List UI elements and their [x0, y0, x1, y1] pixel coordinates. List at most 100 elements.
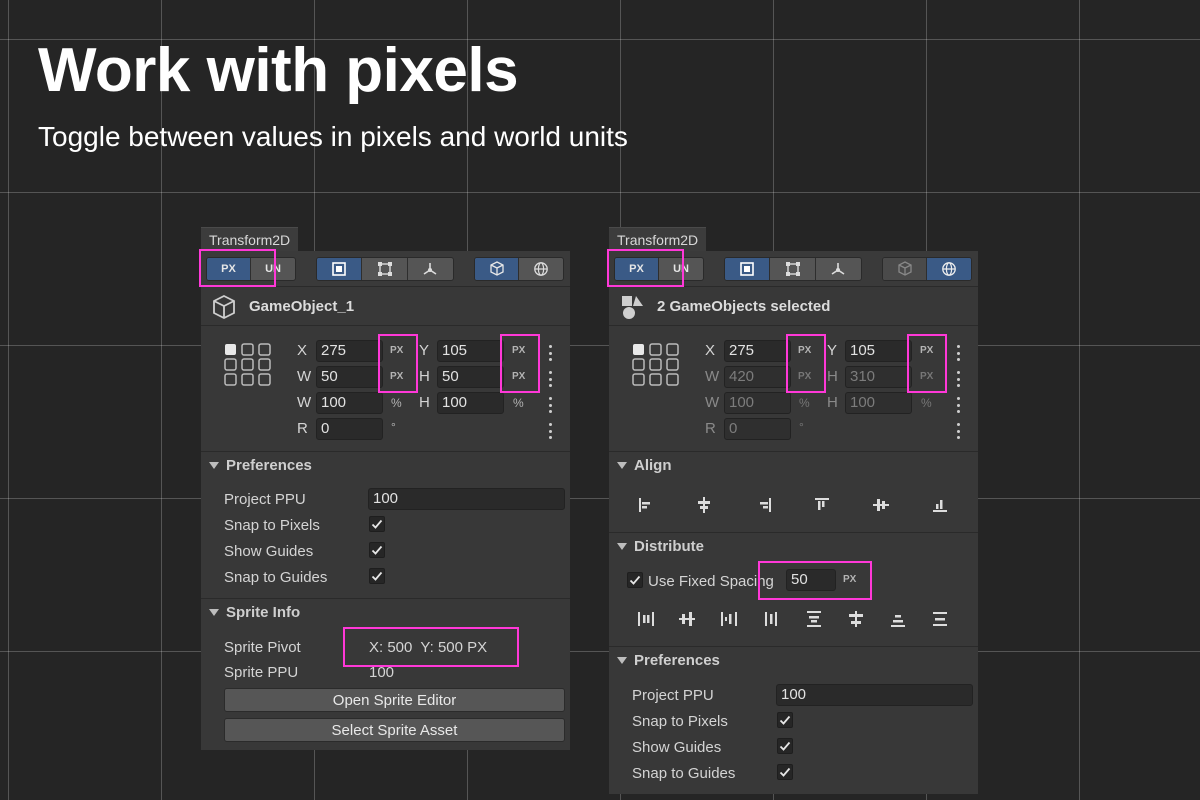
panel-tab[interactable]: Transform2D [201, 227, 299, 251]
un-toggle-button[interactable]: UN [251, 258, 295, 280]
rotation-field[interactable]: 0 [316, 418, 383, 440]
h-field[interactable]: 310 [845, 366, 912, 388]
kebab-menu-icon[interactable] [547, 371, 553, 387]
x-unit-label[interactable]: PX [390, 341, 403, 361]
rect-tool-icon [332, 262, 346, 276]
px-toggle-button[interactable]: PX [615, 258, 660, 280]
rect-tool-button[interactable] [725, 258, 771, 280]
distribute-left-icon[interactable] [636, 609, 656, 629]
distribute-horizontal-icon[interactable] [761, 609, 781, 629]
scale-w-field[interactable]: 100 [316, 392, 383, 414]
scale-w-unit: % [799, 396, 810, 410]
h-unit-label[interactable]: PX [512, 367, 525, 387]
h-field[interactable]: 50 [437, 366, 504, 388]
show-guides-checkbox[interactable] [777, 738, 793, 754]
local-space-icon [489, 261, 504, 276]
object-header: 2 GameObjects selected [609, 288, 978, 326]
scale-h-field[interactable]: 100 [845, 392, 912, 414]
rect-tool-button[interactable] [317, 258, 363, 280]
local-space-button[interactable] [883, 258, 928, 280]
y-unit-label[interactable]: PX [512, 341, 525, 361]
fixed-spacing-field[interactable]: 50 [786, 569, 836, 591]
scale-w-label: W [297, 394, 312, 411]
align-right-icon[interactable] [754, 495, 774, 515]
px-toggle-button[interactable]: PX [207, 258, 252, 280]
checkmark-icon [779, 741, 791, 751]
snap-to-pixels-checkbox[interactable] [369, 516, 385, 532]
select-sprite-asset-button[interactable]: Select Sprite Asset [224, 718, 565, 742]
sprite-info-section-header[interactable]: Sprite Info [201, 598, 570, 626]
w-field[interactable]: 420 [724, 366, 791, 388]
section-title: Preferences [226, 457, 312, 474]
project-ppu-field[interactable]: 100 [776, 684, 973, 706]
panel-tab[interactable]: Transform2D [609, 227, 707, 251]
un-toggle-button[interactable]: UN [659, 258, 703, 280]
project-ppu-label: Project PPU [224, 491, 306, 508]
kebab-menu-icon[interactable] [547, 423, 553, 439]
resize-tool-button[interactable] [362, 258, 408, 280]
kebab-menu-icon[interactable] [955, 371, 961, 387]
align-bottom-icon[interactable] [930, 495, 950, 515]
local-space-icon [897, 261, 912, 276]
x-field[interactable]: 275 [316, 340, 383, 362]
x-field[interactable]: 275 [724, 340, 791, 362]
anchor-grid-icon[interactable] [223, 342, 273, 388]
snap-to-pixels-checkbox[interactable] [777, 712, 793, 728]
y-field[interactable]: 105 [437, 340, 504, 362]
rotation-field[interactable]: 0 [724, 418, 791, 440]
distribute-bottom-icon[interactable] [888, 609, 908, 629]
project-ppu-field[interactable]: 100 [368, 488, 565, 510]
x-unit-label[interactable]: PX [798, 341, 811, 361]
h-unit-label[interactable]: PX [920, 367, 933, 387]
toolbar: PX UN [201, 251, 570, 287]
align-section-header[interactable]: Align [609, 451, 978, 479]
align-center-h-icon[interactable] [694, 495, 714, 515]
show-guides-checkbox[interactable] [369, 542, 385, 558]
y-unit-label[interactable]: PX [920, 341, 933, 361]
collapse-triangle-icon [209, 462, 219, 469]
scale-w-field[interactable]: 100 [724, 392, 791, 414]
distribute-center-v-icon[interactable] [846, 609, 866, 629]
distribute-vertical-icon[interactable] [930, 609, 950, 629]
world-space-button[interactable] [519, 258, 563, 280]
snap-to-guides-checkbox[interactable] [777, 764, 793, 780]
align-center-v-icon[interactable] [871, 495, 891, 515]
anchor-grid-icon[interactable] [631, 342, 681, 388]
kebab-menu-icon[interactable] [955, 397, 961, 413]
preferences-section-header[interactable]: Preferences [609, 646, 978, 674]
kebab-menu-icon[interactable] [955, 423, 961, 439]
scale-w-unit: % [391, 396, 402, 410]
open-sprite-editor-button[interactable]: Open Sprite Editor [224, 688, 565, 712]
pivot-tool-button[interactable] [816, 258, 861, 280]
section-title: Align [634, 457, 672, 474]
scale-h-field[interactable]: 100 [437, 392, 504, 414]
kebab-menu-icon[interactable] [955, 345, 961, 361]
resize-tool-button[interactable] [770, 258, 816, 280]
local-space-button[interactable] [475, 258, 520, 280]
project-ppu-label: Project PPU [632, 687, 714, 704]
pivot-tool-icon [423, 263, 437, 275]
align-left-icon[interactable] [636, 495, 656, 515]
distribute-right-icon[interactable] [719, 609, 739, 629]
w-field[interactable]: 50 [316, 366, 383, 388]
distribute-section-header[interactable]: Distribute [609, 532, 978, 560]
distribute-top-icon[interactable] [804, 609, 824, 629]
tool-mode-group [316, 257, 454, 281]
preferences-section-header[interactable]: Preferences [201, 451, 570, 479]
checkmark-icon [371, 571, 383, 581]
w-unit-label[interactable]: PX [798, 367, 811, 387]
fixed-spacing-unit[interactable]: PX [843, 570, 856, 590]
kebab-menu-icon[interactable] [547, 345, 553, 361]
align-top-icon[interactable] [812, 495, 832, 515]
y-field[interactable]: 105 [845, 340, 912, 362]
space-toggle [882, 257, 972, 281]
distribute-center-h-icon[interactable] [677, 609, 697, 629]
use-fixed-spacing-checkbox[interactable] [627, 572, 643, 588]
kebab-menu-icon[interactable] [547, 397, 553, 413]
pivot-tool-button[interactable] [408, 258, 453, 280]
w-unit-label[interactable]: PX [390, 367, 403, 387]
show-guides-label: Show Guides [632, 739, 722, 756]
snap-to-guides-checkbox[interactable] [369, 568, 385, 584]
tool-mode-group [724, 257, 862, 281]
world-space-button[interactable] [927, 258, 971, 280]
